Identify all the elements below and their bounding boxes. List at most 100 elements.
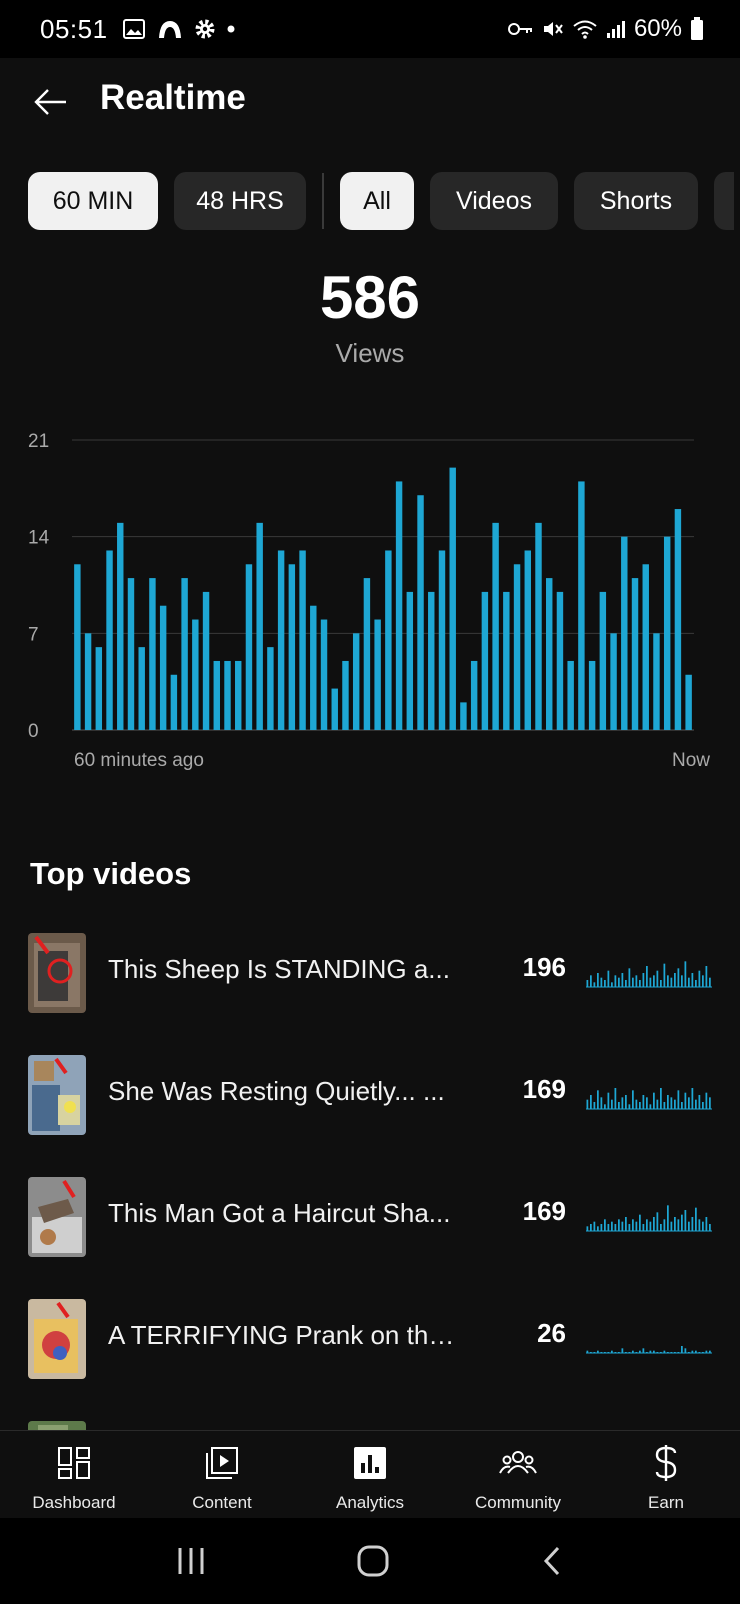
sparkline-bar (663, 963, 666, 987)
chart-bar[interactable] (492, 522, 499, 730)
nav-dashboard[interactable]: Dashboard (0, 1431, 148, 1518)
chart-bar[interactable] (685, 674, 692, 730)
sparkline-bar (646, 966, 648, 987)
video-row[interactable]: She Was Resting Quietly... ... 169 (0, 1048, 740, 1138)
sparkline-bar (691, 1088, 694, 1109)
chart-bar[interactable] (621, 536, 628, 730)
recent-apps-icon[interactable] (174, 1544, 208, 1578)
chip-videos[interactable]: Videos (430, 172, 558, 230)
video-row[interactable]: A TERRIFYING Prank on the... 26 (0, 1292, 740, 1382)
sparkline-bar (653, 1217, 655, 1231)
system-back-icon[interactable] (538, 1544, 566, 1578)
chart-bar[interactable] (663, 536, 671, 730)
chip-60-min[interactable]: 60 MIN (28, 172, 158, 230)
chart-bar[interactable] (642, 564, 649, 730)
chart-bar[interactable] (352, 633, 360, 730)
chip-shorts[interactable]: Shorts (574, 172, 698, 230)
chart-bar[interactable] (674, 509, 682, 730)
sparkline-bar (681, 1346, 683, 1353)
chart-bar[interactable] (470, 660, 478, 730)
chart-bar[interactable] (310, 605, 317, 730)
chart-bar[interactable] (535, 522, 542, 730)
chart-bar[interactable] (395, 481, 403, 730)
chart-bar[interactable] (342, 660, 349, 730)
nav-analytics[interactable]: Analytics (296, 1431, 444, 1518)
chart-bar[interactable] (138, 647, 145, 730)
back-button[interactable] (30, 82, 70, 122)
chart-bar[interactable] (277, 550, 285, 730)
sparkline-bar (618, 1102, 620, 1109)
chart-bar[interactable] (460, 702, 467, 730)
sparkline-bar (681, 1214, 683, 1231)
back-arrow-icon (34, 89, 66, 115)
chart-bar[interactable] (84, 633, 92, 730)
sparkline-bar (698, 970, 701, 987)
y-tick-label: 14 (28, 528, 50, 549)
chart-bar[interactable] (556, 591, 564, 730)
nav-content[interactable]: Content (148, 1431, 296, 1518)
sparkline-bar (611, 1221, 613, 1231)
chart-bar[interactable] (127, 578, 135, 730)
chart-bar[interactable] (406, 591, 414, 730)
chart-bar[interactable] (631, 578, 639, 730)
chart-bar[interactable] (524, 550, 531, 730)
sparkline-bar (702, 1221, 704, 1231)
home-icon[interactable] (355, 1543, 391, 1579)
video-title: This Man Got a Haircut Sha... (108, 1198, 451, 1228)
chart-bar[interactable] (106, 550, 113, 730)
chart-bar[interactable] (385, 550, 392, 730)
chart-bar[interactable] (363, 578, 371, 730)
chart-bar[interactable] (503, 591, 510, 730)
battery-icon (691, 17, 703, 40)
sparkline-bar (649, 1221, 652, 1231)
chart-bar[interactable] (567, 660, 574, 730)
chart-bar[interactable] (170, 674, 178, 730)
chart-bar[interactable] (74, 564, 81, 730)
chip-all[interactable]: All (340, 172, 414, 230)
nav-earn[interactable]: Earn (592, 1431, 740, 1518)
chart-bar[interactable] (438, 550, 446, 730)
chart-bar[interactable] (95, 647, 103, 730)
chart-bar[interactable] (546, 578, 553, 730)
chart-bar[interactable] (245, 564, 253, 730)
video-views: 26 (537, 1318, 566, 1348)
chart-bar[interactable] (653, 633, 660, 730)
chart-bar[interactable] (417, 495, 424, 730)
sparkline-bar (607, 1092, 610, 1109)
chart-bar[interactable] (610, 633, 617, 730)
chart-bar[interactable] (235, 660, 242, 730)
video-row[interactable]: This Sheep Is STANDING a... 196 (0, 926, 740, 1016)
video-row[interactable]: This Man Got a Haircut Sha... 169 (0, 1170, 740, 1260)
chart-bar[interactable] (374, 619, 381, 730)
chart-bar[interactable] (159, 605, 167, 730)
chart-bar[interactable] (320, 619, 328, 730)
chart-bar[interactable] (588, 660, 596, 730)
y-tick-label: 21 (28, 431, 49, 452)
chart-bar[interactable] (181, 578, 188, 730)
sparkline-bar (660, 1088, 662, 1109)
chart-bar[interactable] (256, 522, 263, 730)
chart-bar[interactable] (513, 564, 521, 730)
chart-bar[interactable] (117, 522, 124, 730)
sparkline-bar (586, 1099, 589, 1109)
chart-bar[interactable] (149, 578, 156, 730)
chip-48-hrs[interactable]: 48 HRS (174, 172, 306, 230)
chart-bar[interactable] (288, 564, 296, 730)
chart-bar[interactable] (202, 591, 210, 730)
chart-bar[interactable] (578, 481, 585, 730)
chart-bar[interactable] (213, 660, 220, 730)
sparkline-bar (600, 1224, 603, 1231)
chart-bar[interactable] (224, 660, 231, 730)
chart-bar[interactable] (192, 619, 199, 730)
chart-bar[interactable] (299, 550, 306, 730)
sparkline-bar (677, 1090, 680, 1109)
video-views: 169 (522, 1074, 566, 1104)
chart-bar[interactable] (449, 467, 456, 730)
chip-overflow[interactable] (714, 172, 734, 230)
chart-bar[interactable] (481, 591, 489, 730)
chart-bar[interactable] (267, 647, 274, 730)
chart-bar[interactable] (599, 591, 607, 730)
nav-community[interactable]: Community (444, 1431, 592, 1518)
chart-bar[interactable] (331, 688, 338, 730)
chart-bar[interactable] (428, 591, 435, 730)
